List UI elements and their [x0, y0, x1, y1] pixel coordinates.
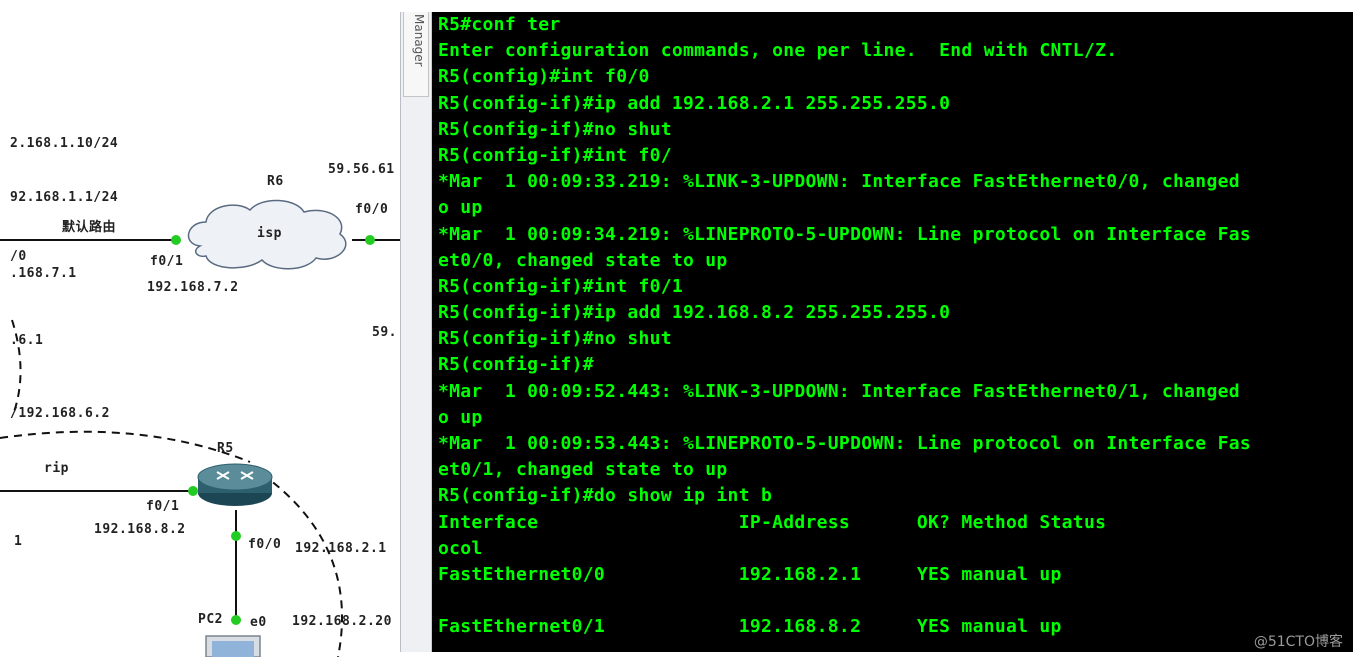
topology-canvas[interactable]: 2.168.1.10/24 92.168.1.1/24 默认路由 /0 .168… [0, 0, 400, 657]
interface-label: f0/1 [146, 499, 180, 514]
terminal-line: ocol [438, 537, 483, 559]
terminal-line: R5(config-if)#ip add 192.168.2.1 255.255… [438, 92, 951, 114]
terminal-line: FastEthernet0/0 192.168.2.1 YES manual u… [438, 563, 1062, 585]
interface-label: f0/0 [248, 537, 282, 552]
ip-label: 2.168.1.10/24 [10, 136, 119, 151]
ip-label: 192.168.2.20 [292, 614, 392, 629]
interface-dot[interactable] [365, 235, 375, 245]
pc-screen [212, 641, 254, 657]
terminal-line: Interface IP-Address OK? Method Status [438, 511, 1107, 533]
topology-links [0, 199, 400, 657]
terminal-line: R5(config-if)#ip add 192.168.8.2 255.255… [438, 302, 951, 324]
terminal-line: FastEthernet0/1 192.168.8.2 YES manual u… [438, 616, 1062, 638]
terminal-line: Enter configuration commands, one per li… [438, 40, 1118, 62]
ip-label: 1 [14, 534, 23, 549]
lan-area-boundary [261, 473, 343, 657]
interface-dot[interactable] [231, 531, 241, 541]
interface-dot[interactable] [171, 235, 181, 245]
terminal-line: R5(config-if)#do show ip int b [438, 485, 773, 507]
route-label: 默认路由 [62, 220, 117, 235]
ip-label: 59. [372, 325, 397, 340]
terminal-line: R5(config-if)#int f0/ [438, 144, 672, 166]
watermark: @51CTO博客 [1253, 634, 1343, 650]
terminal-console[interactable]: R5#conf ter Enter configuration commands,… [432, 12, 1353, 652]
terminal-line: *Mar 1 00:09:33.219: %LINK-3-UPDOWN: Int… [438, 171, 1240, 193]
interface-label: f0/1 [150, 254, 184, 269]
ip-label: 192.168.8.2 [94, 522, 186, 537]
terminal-line: R5(config-if)#int f0/1 [438, 275, 684, 297]
ip-label: /192.168.6.2 [10, 406, 110, 421]
terminal-line: *Mar 1 00:09:52.443: %LINK-3-UPDOWN: Int… [438, 380, 1240, 402]
ip-label: 59.56.61 [328, 162, 395, 177]
area-label: rip [44, 461, 69, 476]
terminal-line: R5(config-if)# [438, 354, 594, 376]
terminal-line: et0/0, changed state to up [438, 249, 728, 271]
terminal-line: R5#conf ter [438, 14, 561, 35]
interface-dot[interactable] [188, 486, 198, 496]
cloud-label: isp [257, 226, 282, 241]
interface-label: e0 [250, 615, 267, 630]
manager-tab[interactable]: Manager [403, 12, 429, 97]
router-name-r6: R6 [267, 174, 284, 189]
router-icon[interactable] [197, 463, 273, 506]
interface-label: f0/0 [355, 202, 389, 217]
terminal-output: R5#conf ter Enter configuration commands,… [438, 12, 1353, 641]
terminal-line: *Mar 1 00:09:53.443: %LINEPROTO-5-UPDOWN… [438, 433, 1251, 454]
terminal-line: et0/1, changed state to up [438, 459, 728, 481]
ip-label: 192.168.2.1 [295, 541, 387, 556]
interface-dot[interactable] [231, 615, 241, 625]
terminal-line: R5(config)#int f0/0 [438, 66, 650, 88]
terminal-line: *Mar 1 00:09:34.219: %LINEPROTO-5-UPDOWN… [438, 223, 1251, 245]
rip-area-boundary [0, 430, 251, 463]
ip-label: 92.168.1.1/24 [10, 190, 119, 205]
terminal-line: R5(config-if)#no shut [438, 118, 672, 140]
interface-label: /0 [10, 249, 27, 264]
manager-tab-label: Manager [412, 14, 426, 67]
terminal-line: o up [438, 197, 483, 219]
manager-panel-strip: Manager [400, 12, 432, 652]
terminal-line: R5(config-if)#no shut [438, 328, 672, 350]
pc-name: PC2 [198, 612, 223, 627]
terminal-line: o up [438, 406, 483, 428]
ip-label: 192.168.7.2 [147, 280, 239, 295]
ip-label: .168.7.1 [10, 266, 77, 281]
router-name-r5: R5 [217, 441, 234, 456]
ip-label: .6.1 [10, 333, 44, 348]
